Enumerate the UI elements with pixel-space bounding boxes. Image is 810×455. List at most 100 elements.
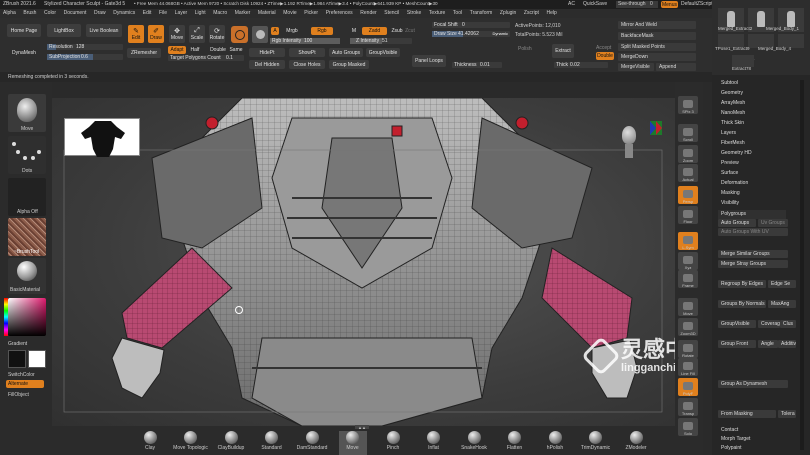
move-button[interactable]: ✥ Move <box>169 25 185 43</box>
section-nanomesh[interactable]: NanoMesh <box>718 109 786 118</box>
hidept-button[interactable]: HidePt <box>249 48 285 57</box>
additive-toggle[interactable]: Additiv <box>778 340 796 348</box>
color-picker-button[interactable] <box>252 26 268 43</box>
merge-stray-button[interactable]: Merge Stray Groups <box>718 260 788 268</box>
dynamesh-button[interactable]: DynaMesh <box>6 48 42 57</box>
a-toggle[interactable]: A <box>271 27 279 35</box>
angle-slider[interactable]: Angle <box>758 340 778 348</box>
rotate-button[interactable]: ⟳ Rotate <box>209 25 225 43</box>
group-visible-button[interactable]: GroupVisible <box>366 48 400 57</box>
secondary-color-swatch[interactable] <box>28 350 46 368</box>
del-hidden-button[interactable]: Del Hidden <box>249 60 285 69</box>
menu-dynamics[interactable]: Dynamics <box>113 10 135 16</box>
tool-polyf[interactable]: PolyF <box>678 378 698 396</box>
brush-snakehook[interactable]: SnakeHook <box>460 431 488 455</box>
maxang-slider[interactable]: MaxAng <box>768 300 796 308</box>
section-surface[interactable]: Surface <box>718 169 786 178</box>
backface-mask-button[interactable]: BackfaceMask <box>618 32 696 40</box>
tool-floor[interactable]: Floor <box>678 206 698 224</box>
material-thumb[interactable]: BasicMaterial <box>8 258 46 294</box>
contact-section[interactable]: Contact <box>718 426 786 435</box>
close-holes-button[interactable]: Close Holes <box>289 60 325 69</box>
section-geometry-hd[interactable]: Geometry HD <box>718 149 786 158</box>
quicksave-button[interactable]: QuickSave <box>583 1 607 7</box>
zremesher-button[interactable]: ZRemesher <box>127 48 161 58</box>
morph-target-section[interactable]: Morph Target <box>718 435 786 444</box>
group-visible-panel-button[interactable]: GroupVisible <box>718 320 756 328</box>
polypaint-section[interactable]: Polypaint <box>718 444 786 453</box>
material-sphere-button[interactable] <box>231 26 248 43</box>
uv-groups-button[interactable]: Uv Groups <box>758 219 788 227</box>
z-intensity-slider[interactable]: Z Intensity 51 <box>350 38 412 44</box>
fill-object-label[interactable]: FillObject <box>8 392 29 398</box>
switch-color-label[interactable]: SwitchColor <box>8 372 35 378</box>
menu-stencil[interactable]: Stencil <box>384 10 399 16</box>
tool-rotate[interactable]: Rotate <box>678 340 698 358</box>
rgb-intensity-slider[interactable]: Rgb Intensity 100 <box>270 38 340 44</box>
menu-macro[interactable]: Macro <box>213 10 227 16</box>
menu-marker[interactable]: Marker <box>235 10 251 16</box>
color-picker[interactable] <box>8 298 46 336</box>
dots-stroke-thumb[interactable]: Dots <box>8 136 46 174</box>
menus-button[interactable]: Menus <box>661 1 678 8</box>
merge-visible-button[interactable]: MergeVisible <box>618 63 654 71</box>
auto-groups-button[interactable]: Auto Groups <box>329 48 363 57</box>
brush-flatten[interactable]: Flatten <box>501 431 529 455</box>
menu-layer[interactable]: Layer <box>175 10 188 16</box>
menu-alpha[interactable]: Alpha <box>3 10 16 16</box>
menu-stroke[interactable]: Stroke <box>407 10 421 16</box>
accept-label[interactable]: Accept <box>596 45 611 51</box>
group-as-dynamesh-button[interactable]: Group As Dynamesh <box>718 380 788 388</box>
tool-solo[interactable]: Solo <box>678 418 698 436</box>
polish-label[interactable]: Polish <box>518 46 532 52</box>
canvas-viewport[interactable]: 灵感中国 lingganchina.com <box>52 98 675 426</box>
scale-button[interactable]: ⤢ Scale <box>189 25 205 43</box>
showpt-button[interactable]: ShowPt <box>289 48 325 57</box>
tolerance-slider[interactable]: Tolera <box>778 410 796 418</box>
adapt-button[interactable]: Adapt <box>168 46 186 54</box>
zcut-toggle[interactable]: Zcut <box>404 27 416 35</box>
thick-slider[interactable]: Thick 0.02 <box>554 62 608 68</box>
brush-standard[interactable]: Standard <box>258 431 286 455</box>
menu-draw[interactable]: Draw <box>94 10 106 16</box>
section-deformation[interactable]: Deformation <box>718 179 786 188</box>
half-button[interactable]: Half <box>188 46 202 54</box>
menu-material[interactable]: Material <box>258 10 276 16</box>
brush-move[interactable]: Move <box>338 431 367 455</box>
brush-zmodeler[interactable]: ZModeler <box>622 431 650 455</box>
target-polygons-slider[interactable]: Target Polygons Count 0.1 <box>168 55 244 61</box>
section-masking[interactable]: Masking <box>718 189 786 198</box>
hue-strip[interactable] <box>4 298 8 336</box>
menu-document[interactable]: Document <box>64 10 87 16</box>
menu-file[interactable]: File <box>159 10 167 16</box>
clus-slider[interactable]: Clus <box>780 320 796 328</box>
section-layers[interactable]: Layers <box>718 129 786 138</box>
live-boolean-button[interactable]: Live Boolean <box>86 24 122 37</box>
mirror-weld-button[interactable]: Mirror And Weld <box>618 21 696 29</box>
right-panel-scrollbar[interactable] <box>800 80 804 450</box>
brush-pinch[interactable]: Pinch <box>379 431 407 455</box>
tool-line-fill[interactable]: Line Fill <box>678 358 698 376</box>
double-extract-button[interactable]: Double <box>596 52 614 60</box>
polygroups-header[interactable]: Polygroups <box>718 210 786 219</box>
extract-button[interactable]: Extract <box>552 44 574 58</box>
draw-button[interactable]: ✐ Draw <box>148 25 164 43</box>
alpha-thumb[interactable]: Alpha Off <box>8 178 46 216</box>
dynamic-toggle[interactable]: Dynamic <box>492 31 508 37</box>
same-button[interactable]: Same <box>228 46 244 54</box>
focal-shift-slider[interactable]: Focal Shift 0 <box>432 22 510 28</box>
append-button[interactable]: Append <box>656 63 696 71</box>
home-page-button[interactable]: Home Page <box>7 24 41 37</box>
menu-color[interactable]: Color <box>44 10 56 16</box>
group-front-button[interactable]: Group Front <box>718 340 756 348</box>
merge-down-button[interactable]: MergeDown <box>618 53 696 61</box>
tool-actual[interactable]: Actual <box>678 164 698 182</box>
lightbox-button[interactable]: LightBox <box>47 24 81 37</box>
menu-transform[interactable]: Transform <box>470 10 493 16</box>
menu-preferences[interactable]: Preferences <box>326 10 353 16</box>
tool-persp[interactable]: Persp <box>678 186 698 204</box>
section-fibermesh[interactable]: FiberMesh <box>718 139 786 148</box>
thickness-slider[interactable]: Thickness 0.01 <box>452 62 502 68</box>
menu-zscript[interactable]: Zscript <box>524 10 539 16</box>
section-geometry[interactable]: Geometry <box>718 89 786 98</box>
